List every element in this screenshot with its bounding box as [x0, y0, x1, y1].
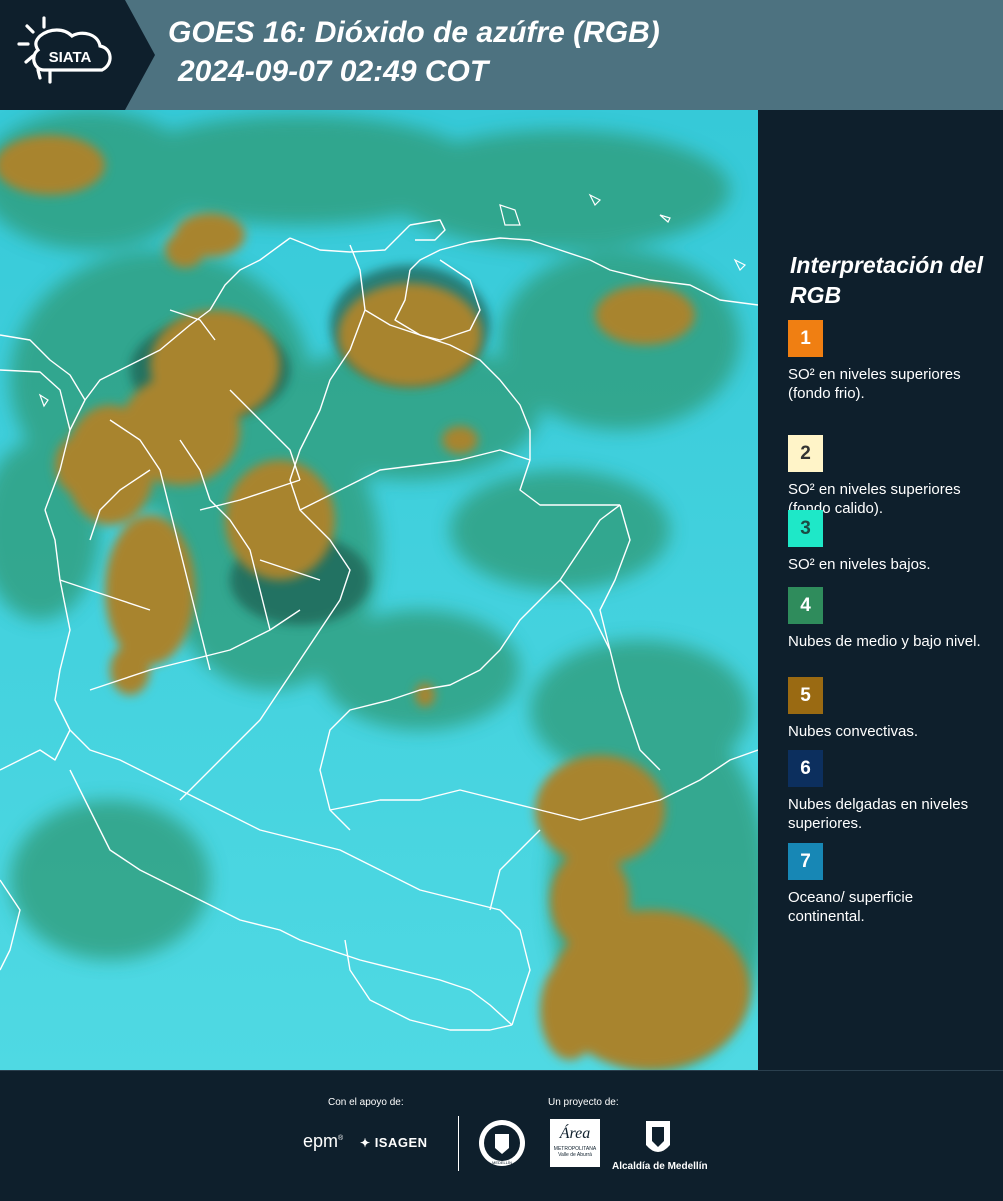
legend-item-6: 6 Nubes delgadas en niveles superiores. — [788, 750, 993, 833]
footer-divider — [458, 1116, 459, 1171]
legend-item-3: 3 SO² en niveles bajos. — [788, 510, 993, 574]
legend-label: Nubes delgadas en niveles superiores. — [788, 796, 969, 832]
legend-swatch: 5 — [788, 677, 823, 714]
alcaldia-shield-icon — [646, 1121, 670, 1152]
support-label: Con el apoyo de: — [328, 1097, 404, 1108]
legend-label: Nubes convectivas. — [788, 723, 919, 740]
epm-logo: epm® — [303, 1131, 344, 1151]
area-logo-sub2: Valle de Aburrá — [558, 1152, 592, 1158]
legend-item-7: 7 Oceano/ superficie continental. — [788, 843, 993, 926]
seal-text: MEDELLÍN — [492, 1160, 512, 1165]
legend-swatch: 1 — [788, 320, 823, 357]
legend-panel: Interpretación del RGB 1 SO² en niveles s… — [762, 110, 1003, 1070]
area-logo-word: Área — [559, 1125, 591, 1142]
alcaldia-label: Alcaldía de Medellín — [612, 1161, 708, 1172]
logo-panel: SIATA — [0, 0, 155, 110]
legend-item-2: 2 SO² en niveles superiores (fondo calido… — [788, 435, 993, 518]
isagen-icon: ✦ — [360, 1136, 371, 1150]
legend-swatch: 7 — [788, 843, 823, 880]
project-label: Un proyecto de: — [548, 1097, 619, 1108]
timestamp-title: 2024-09-07 02:49 COT — [178, 55, 489, 88]
legend-item-4: 4 Nubes de medio y bajo nivel. — [788, 587, 993, 651]
siata-logo-text: SIATA — [49, 49, 92, 66]
legend-item-5: 5 Nubes convectivas. — [788, 677, 993, 741]
satellite-image — [0, 110, 758, 1070]
legend-item-1: 1 SO² en niveles superiores (fondo frio). — [788, 320, 993, 403]
legend-swatch: 2 — [788, 435, 823, 472]
legend-label: SO² en niveles bajos. — [788, 556, 931, 573]
isagen-logo: ✦ ISAGEN — [360, 1135, 428, 1150]
footer: Con el apoyo de: Un proyecto de: epm® ✦ … — [0, 1070, 1003, 1201]
siata-logo: SIATA — [17, 16, 112, 84]
legend-swatch: 6 — [788, 750, 823, 787]
medellin-seal-icon: MEDELLÍN — [479, 1120, 525, 1166]
header-bar: SIATA GOES 16: Dióxido de azúfre (RGB) 2… — [0, 0, 1003, 110]
legend-label: Nubes de medio y bajo nivel. — [788, 633, 981, 650]
page-title: GOES 16: Dióxido de azúfre (RGB) — [168, 16, 660, 49]
legend-swatch: 3 — [788, 510, 823, 547]
legend-title: Interpretación del RGB — [790, 252, 983, 308]
legend-label: SO² en niveles superiores (fondo frio). — [788, 366, 961, 402]
satellite-map[interactable] — [0, 110, 758, 1070]
area-metropolitana-logo: Área METROPOLITANA Valle de Aburrá — [550, 1119, 600, 1167]
legend-label: Oceano/ superficie continental. — [788, 889, 914, 925]
legend-swatch: 4 — [788, 587, 823, 624]
